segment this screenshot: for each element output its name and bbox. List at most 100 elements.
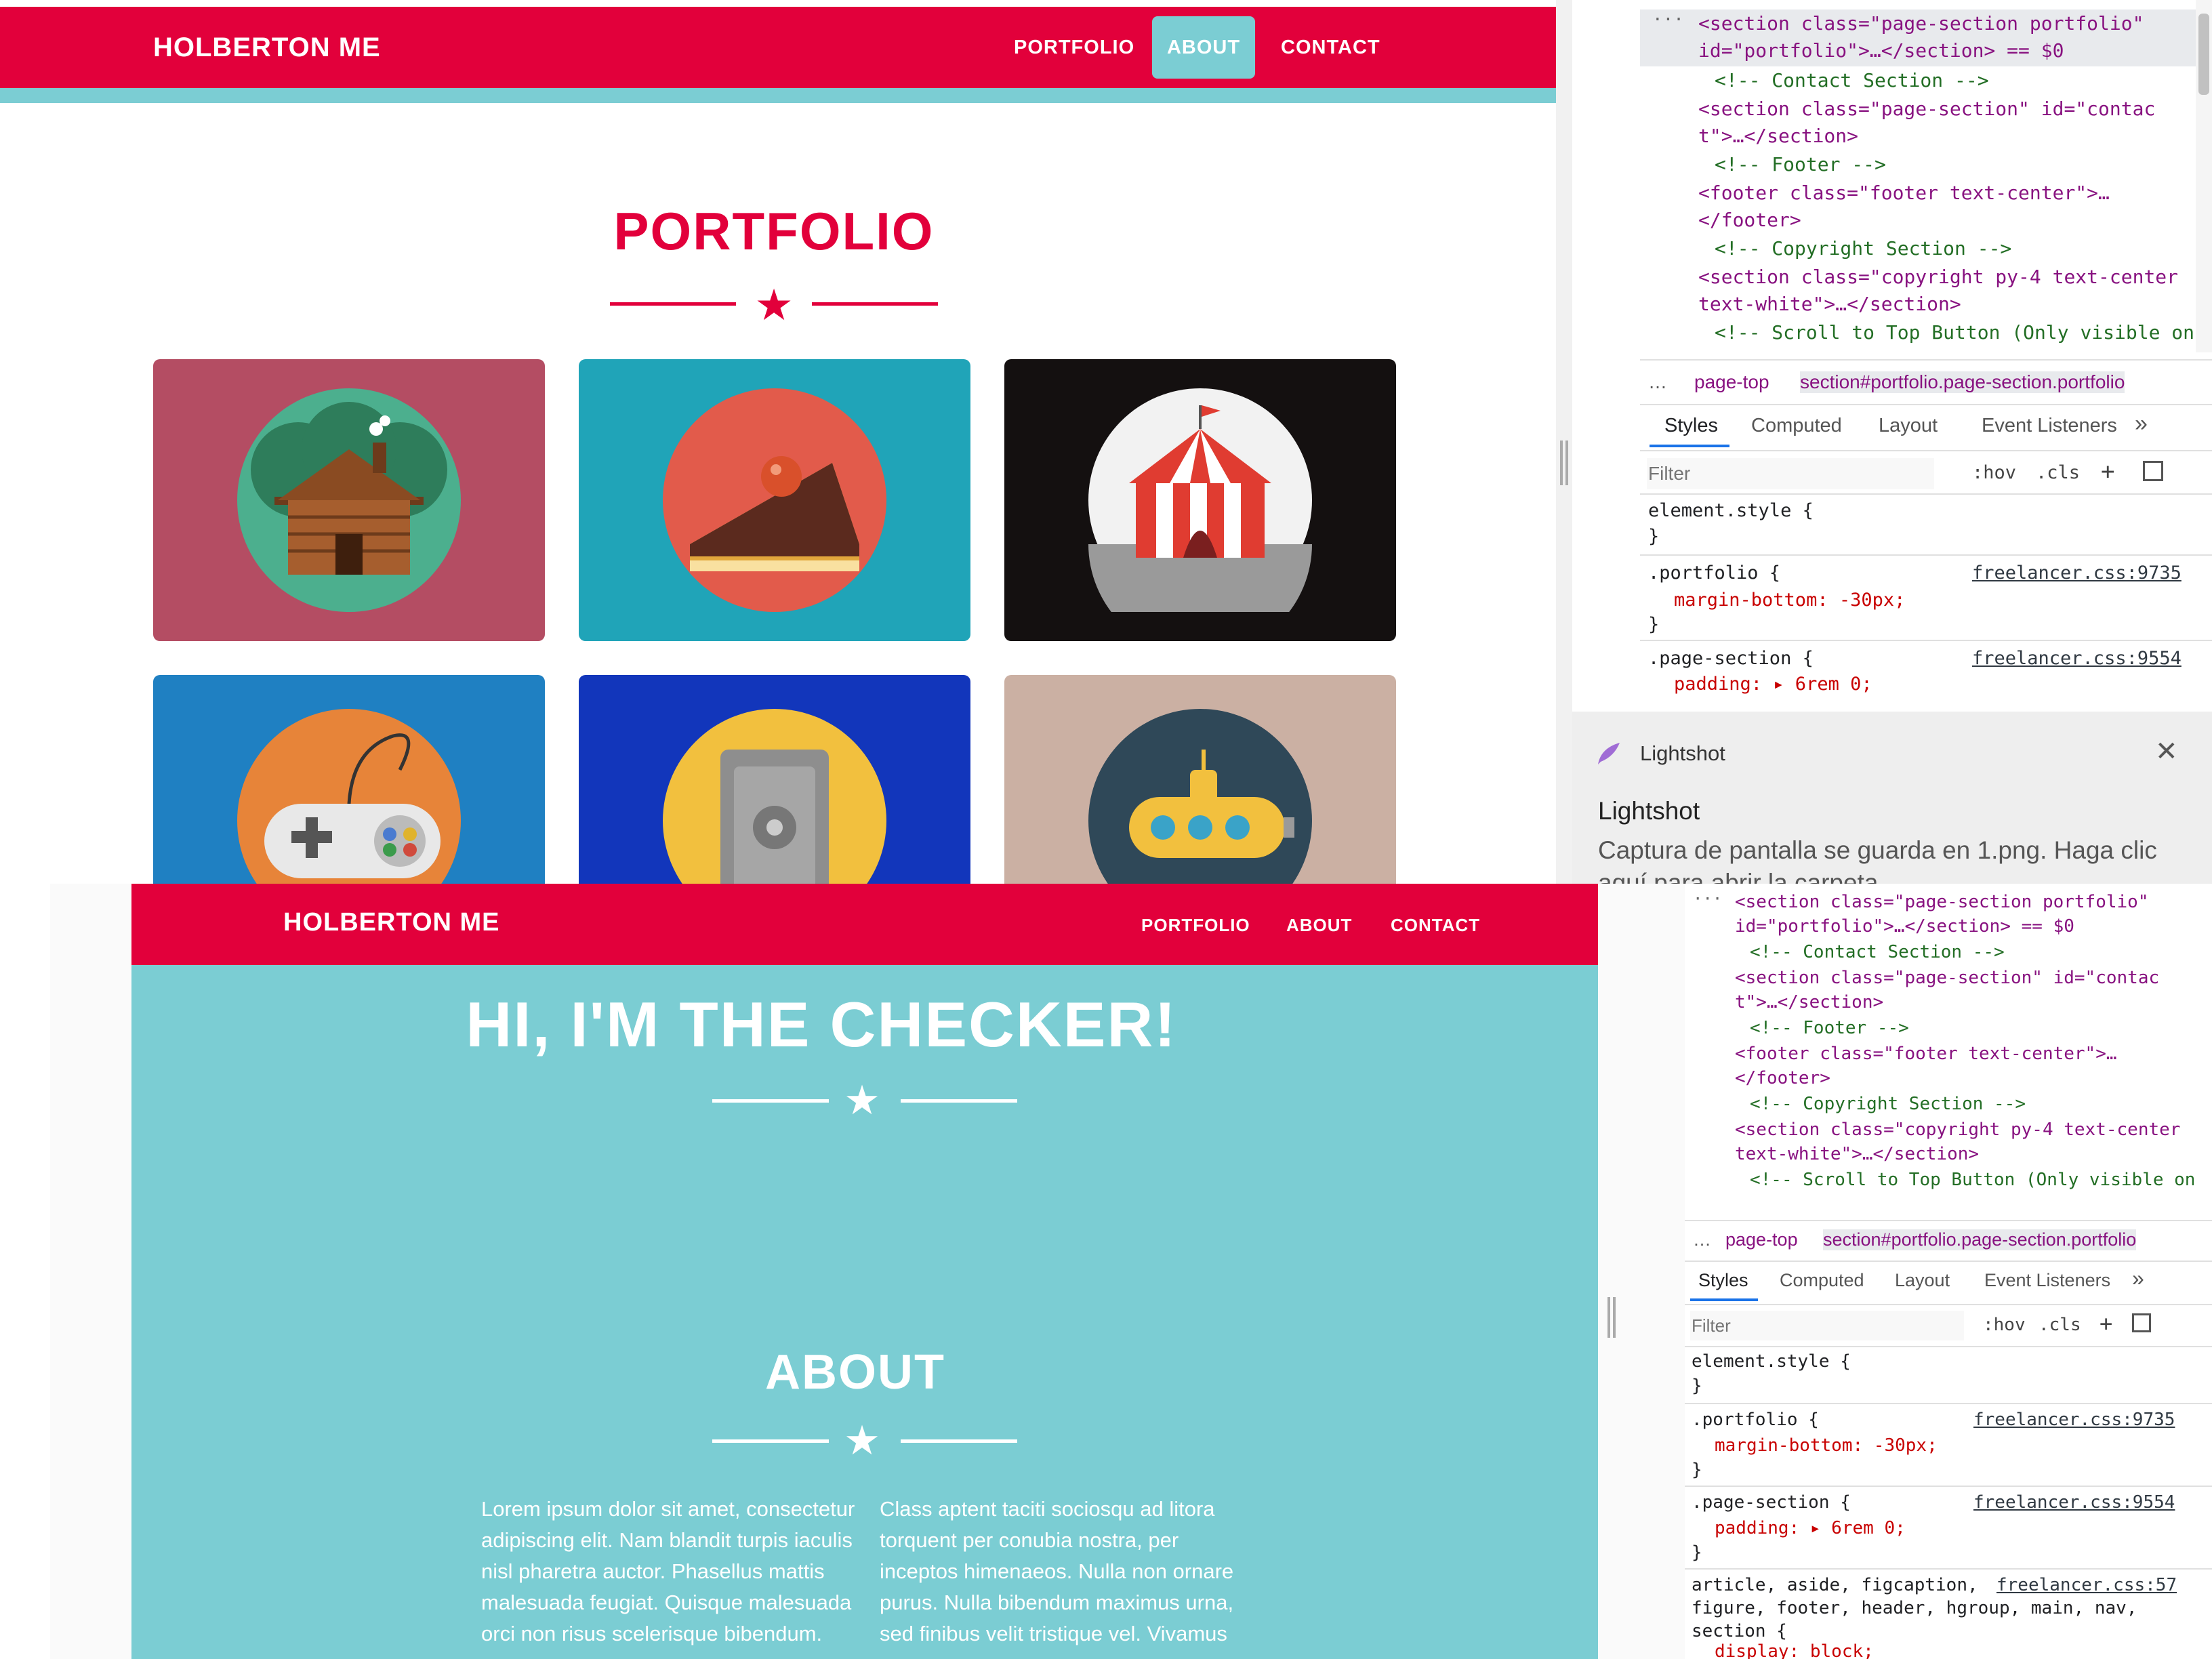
tab-computed[interactable]: Computed	[1780, 1270, 1864, 1291]
portfolio-item-cake[interactable]	[579, 359, 970, 641]
safe-icon	[663, 709, 886, 884]
dom-node-line[interactable]: </footer>	[1698, 209, 1801, 231]
dom-comment-line: <!-- Contact Section -->	[1750, 942, 2005, 962]
rule-selector[interactable]: .page-section {	[1692, 1492, 1851, 1513]
dom-node-line[interactable]: text-white">…</section>	[1735, 1144, 1979, 1164]
new-rule-button[interactable]: +	[2100, 1311, 2112, 1336]
brand-link[interactable]: HOLBERTON ME	[283, 908, 500, 937]
circus-tent-icon	[1088, 388, 1312, 612]
nav-contact[interactable]: CONTACT	[1281, 37, 1380, 59]
notification-app-name: Lightshot	[1640, 741, 1725, 765]
tab-styles[interactable]: Styles	[1664, 415, 1718, 437]
portfolio-item-safe[interactable]	[579, 675, 970, 884]
dom-node-line[interactable]: <section class="page-section" id="contac	[1735, 968, 2159, 988]
dom-node-line[interactable]: <section class="page-section portfolio"	[1735, 892, 2148, 912]
rule-selector[interactable]: .page-section {	[1648, 648, 1814, 669]
styles-filter-input[interactable]	[1647, 458, 1934, 489]
close-icon[interactable]: ✕	[2155, 736, 2178, 767]
rule-property[interactable]: padding: ▸ 6rem 0;	[1715, 1518, 1906, 1538]
hov-toggle[interactable]: :hov	[1983, 1315, 2026, 1335]
portfolio-item-circus[interactable]	[1004, 359, 1396, 641]
tab-event-listeners[interactable]: Event Listeners	[1982, 415, 2117, 437]
dom-node-line[interactable]: <section class="page-section" id="contac	[1698, 98, 2155, 120]
rule-selector[interactable]: article, aside, figcaption,	[1692, 1575, 1978, 1595]
dom-node-line[interactable]: <footer class="footer text-center">…	[1698, 182, 2110, 204]
top-site-viewport: HOLBERTON ME PORTFOLIO ABOUT CONTACT POR…	[0, 0, 1556, 884]
breadcrumb-ellipsis[interactable]: …	[1648, 371, 1667, 393]
nav-about[interactable]: ABOUT	[1286, 915, 1352, 936]
dom-node-line[interactable]: <footer class="footer text-center">…	[1735, 1044, 2117, 1064]
dom-node-line[interactable]: t">…</section>	[1698, 125, 1858, 147]
tab-layout[interactable]: Layout	[1879, 415, 1938, 437]
rule-property[interactable]: margin-bottom: -30px;	[1715, 1435, 1938, 1456]
divider-line-right	[812, 302, 938, 306]
ellipsis-icon[interactable]: ···	[1652, 9, 1684, 30]
portfolio-item-cabin[interactable]	[153, 359, 545, 641]
nav-about[interactable]: ABOUT	[1152, 16, 1255, 79]
rule-source-link[interactable]: freelancer.css:57	[1996, 1575, 2177, 1595]
panel-splitter[interactable]	[1556, 0, 1572, 884]
rule-selector-cont[interactable]: figure, footer, header, hgroup, main, na…	[1692, 1598, 2137, 1618]
rule-selector-cont[interactable]: section {	[1692, 1621, 1787, 1641]
dom-node-line[interactable]: <section class="page-section portfolio"	[1698, 12, 2144, 35]
rule-selector[interactable]: element.style {	[1648, 500, 1814, 521]
tab-event-listeners[interactable]: Event Listeners	[1984, 1270, 2110, 1291]
dom-node-line[interactable]: <section class="copyright py-4 text-cent…	[1735, 1120, 2180, 1140]
brand-link[interactable]: HOLBERTON ME	[153, 33, 381, 63]
dom-node-line[interactable]: text-white">…</section>	[1698, 293, 1961, 315]
rule-selector[interactable]: .portfolio {	[1648, 562, 1780, 583]
new-rule-button[interactable]: +	[2101, 458, 2114, 485]
breadcrumb-page-top[interactable]: page-top	[1725, 1229, 1798, 1250]
rule-property[interactable]: padding: ▸ 6rem 0;	[1674, 674, 1872, 695]
scrollbar[interactable]	[2196, 0, 2212, 352]
lightshot-notification[interactable]: Lightshot ✕ Lightshot Captura de pantall…	[1572, 712, 2212, 897]
rule-source-link[interactable]: freelancer.css:9735	[1973, 1410, 2175, 1430]
divider-line-left	[712, 1099, 829, 1103]
dom-node-line[interactable]: id="portfolio">…</section> == $0	[1735, 916, 2074, 937]
breadcrumb-page-top[interactable]: page-top	[1694, 371, 1769, 393]
breadcrumb-ellipsis[interactable]: …	[1693, 1229, 1711, 1250]
tab-styles[interactable]: Styles	[1698, 1270, 1748, 1291]
dom-node-line[interactable]: </footer>	[1735, 1068, 1830, 1088]
more-tabs-icon[interactable]: »	[2135, 411, 2148, 437]
portfolio-item-controller[interactable]	[153, 675, 545, 884]
styles-filter-input[interactable]	[1690, 1311, 1964, 1340]
divider-line-right	[901, 1099, 1017, 1103]
rule-property[interactable]: margin-bottom: -30px;	[1674, 590, 1905, 611]
divider-line-left	[712, 1439, 829, 1443]
rule-source-link[interactable]: freelancer.css:9735	[1972, 562, 2182, 583]
nav-portfolio[interactable]: PORTFOLIO	[1141, 915, 1250, 936]
rule-selector[interactable]: element.style {	[1692, 1351, 1851, 1372]
toggle-sidebar-icon[interactable]	[2132, 1313, 2151, 1332]
rule-close-brace: }	[1648, 614, 1660, 635]
tab-computed[interactable]: Computed	[1751, 415, 1842, 437]
nav-contact[interactable]: CONTACT	[1391, 915, 1480, 936]
toggle-sidebar-icon[interactable]	[2143, 461, 2163, 481]
dom-comment-line: <!-- Contact Section -->	[1715, 69, 1989, 91]
breadcrumb-selected[interactable]: section#portfolio.page-section.portfolio	[1823, 1229, 2137, 1250]
dom-comment-line: <!-- Copyright Section -->	[1715, 237, 2012, 260]
ellipsis-icon[interactable]: ···	[1693, 889, 1722, 908]
cake-icon	[663, 388, 886, 612]
dom-node-line[interactable]: id="portfolio">…</section> == $0	[1698, 39, 2064, 62]
cls-toggle[interactable]: .cls	[2039, 1315, 2081, 1335]
rule-property[interactable]: display: block;	[1715, 1641, 1874, 1659]
tab-layout[interactable]: Layout	[1895, 1270, 1950, 1291]
nav-portfolio[interactable]: PORTFOLIO	[1014, 37, 1134, 59]
dom-node-line[interactable]: t">…</section>	[1735, 992, 1883, 1012]
rule-source-link[interactable]: freelancer.css:9554	[1973, 1492, 2175, 1513]
devtools-panel-bottom: ··· <section class="page-section portfol…	[1685, 884, 2212, 1659]
dom-node-line[interactable]: <section class="copyright py-4 text-cent…	[1698, 266, 2178, 288]
star-icon: ★	[844, 1078, 880, 1123]
rule-source-link[interactable]: freelancer.css:9554	[1972, 648, 2182, 669]
breadcrumb-selected[interactable]: section#portfolio.page-section.portfolio	[1800, 371, 2125, 393]
cls-toggle[interactable]: .cls	[2036, 462, 2080, 483]
rule-close-brace: }	[1692, 1376, 1702, 1396]
portfolio-item-submarine[interactable]	[1004, 675, 1396, 884]
about-text-left: Lorem ipsum dolor sit amet, consectetur …	[481, 1497, 855, 1645]
dom-comment-line: <!-- Scroll to Top Button (Only visible …	[1750, 1170, 2196, 1190]
hov-toggle[interactable]: :hov	[1972, 462, 2016, 483]
devtools-panel-top: ··· <section class="page-section portfol…	[1640, 0, 2212, 712]
more-tabs-icon[interactable]: »	[2132, 1266, 2144, 1291]
rule-selector[interactable]: .portfolio {	[1692, 1410, 1819, 1430]
